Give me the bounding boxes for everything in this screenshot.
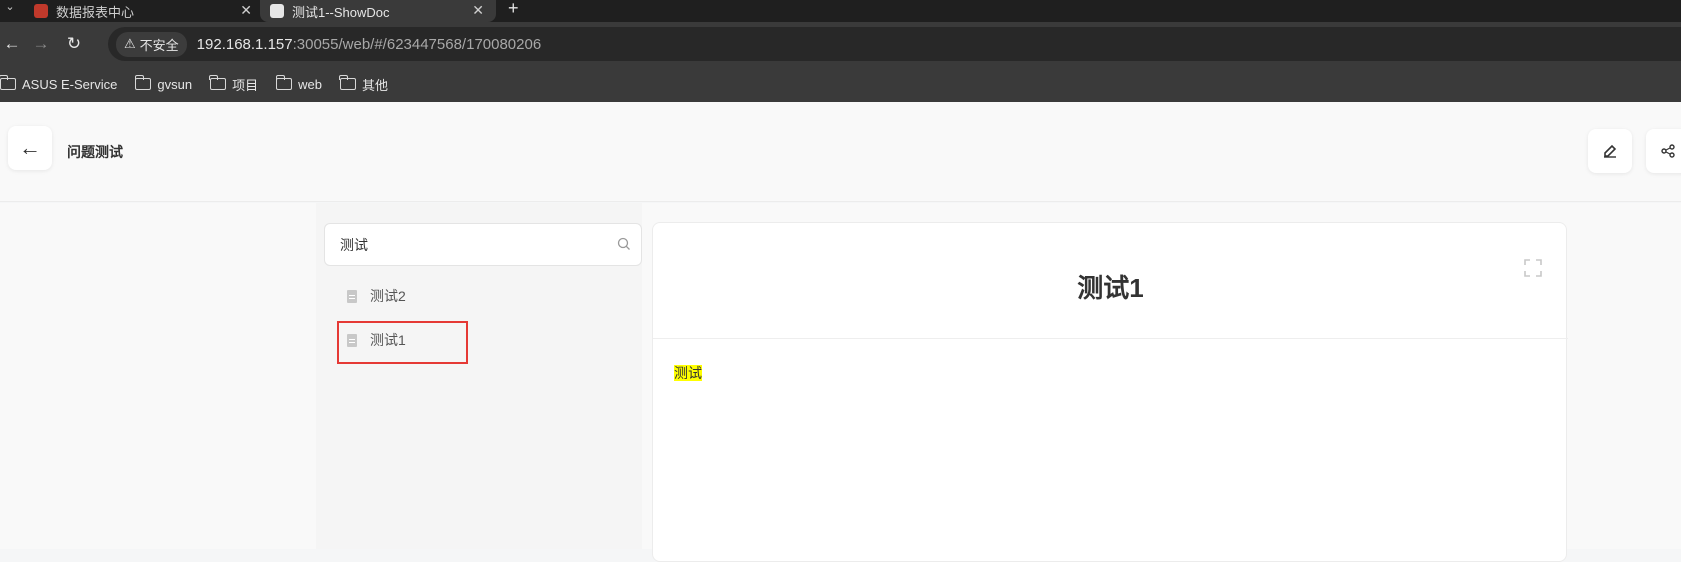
address-bar[interactable]: ⚠ 不安全 192.168.1.157:30055/web/#/62344756… <box>108 27 1681 61</box>
browser-toolbar: ← → ↻ ⚠ 不安全 192.168.1.157:30055/web/#/62… <box>0 22 1681 66</box>
browser-tab-showdoc[interactable]: 测试1--ShowDoc ✕ <box>260 0 496 22</box>
url-text[interactable]: 192.168.1.157:30055/web/#/623447568/1700… <box>197 36 542 53</box>
tab-title: 测试1--ShowDoc <box>292 4 390 20</box>
content-area: 测试2 测试1 测试1 测试 <box>0 203 1681 562</box>
share-button[interactable] <box>1646 129 1681 173</box>
selection-annotation-box <box>337 321 468 364</box>
bookmark-gvsun[interactable]: gvsun <box>134 75 193 92</box>
arrow-left-icon: ← <box>19 135 41 160</box>
showdoc-favicon-icon <box>270 4 284 18</box>
tab-title: 数据报表中心 <box>56 4 135 20</box>
catalog-search[interactable] <box>324 223 642 266</box>
bookmark-label: 其他 <box>361 77 388 93</box>
folder-icon <box>339 75 356 90</box>
folder-icon <box>0 75 16 90</box>
url-path: :30055/web/#/623447568/170080206 <box>292 35 542 53</box>
catalog-item-test2[interactable]: 测试2 <box>347 286 406 306</box>
highlighted-text: 测试 <box>674 365 702 381</box>
bookmarks-bar: ASUS E-Service gvsun 项目 web 其他 <box>0 66 1681 102</box>
reload-icon[interactable]: ↻ <box>62 32 86 56</box>
project-title: 问题测试 <box>67 144 123 160</box>
url-host: 192.168.1.157 <box>196 35 293 53</box>
reports-favicon-icon <box>34 4 48 18</box>
bookmark-other[interactable]: 其他 <box>339 75 388 94</box>
fullscreen-icon[interactable] <box>1524 259 1542 277</box>
search-icon[interactable] <box>617 237 631 251</box>
bookmark-label: ASUS E-Service <box>22 76 118 92</box>
forward-arrow-icon[interactable]: → <box>29 32 53 56</box>
catalog-item-label: 测试2 <box>370 288 406 304</box>
document-icon <box>347 289 357 303</box>
close-tab-icon[interactable]: ✕ <box>472 2 484 19</box>
bookmark-label: web <box>298 76 322 92</box>
bookmark-projects[interactable]: 项目 <box>209 75 259 94</box>
browser-tab-reports[interactable]: 数据报表中心 ✕ <box>24 0 264 22</box>
close-tab-icon[interactable]: ✕ <box>240 2 252 19</box>
title-divider <box>653 338 1568 339</box>
app-header: ← 问题测试 <box>0 102 1681 202</box>
document-title: 测试1 <box>1077 273 1144 303</box>
warning-icon: ⚠ <box>124 36 136 51</box>
security-label: 不安全 <box>139 37 179 53</box>
new-tab-plus-icon[interactable]: + <box>508 0 519 19</box>
bookmark-label: gvsun <box>157 76 193 92</box>
bookmark-label: 项目 <box>232 77 259 93</box>
bookmark-asus[interactable]: ASUS E-Service <box>0 75 118 92</box>
folder-icon <box>209 75 227 90</box>
folder-icon <box>134 75 152 90</box>
back-button[interactable]: ← <box>8 126 52 170</box>
edit-button[interactable] <box>1588 129 1632 173</box>
back-arrow-icon[interactable]: ← <box>0 32 24 56</box>
bookmark-web[interactable]: web <box>275 75 322 92</box>
tab-search-chevron-icon[interactable]: ⌄ <box>0 0 20 16</box>
share-icon <box>1661 144 1675 158</box>
document-panel: 测试1 测试 <box>652 222 1568 562</box>
browser-tab-bar: ⌄ 数据报表中心 ✕ 测试1--ShowDoc ✕ + <box>0 0 1681 22</box>
folder-icon <box>275 75 293 90</box>
search-input[interactable] <box>340 236 600 253</box>
edit-icon <box>1604 144 1617 158</box>
document-body: 测试 <box>674 363 702 383</box>
security-chip[interactable]: ⚠ 不安全 <box>116 31 187 57</box>
